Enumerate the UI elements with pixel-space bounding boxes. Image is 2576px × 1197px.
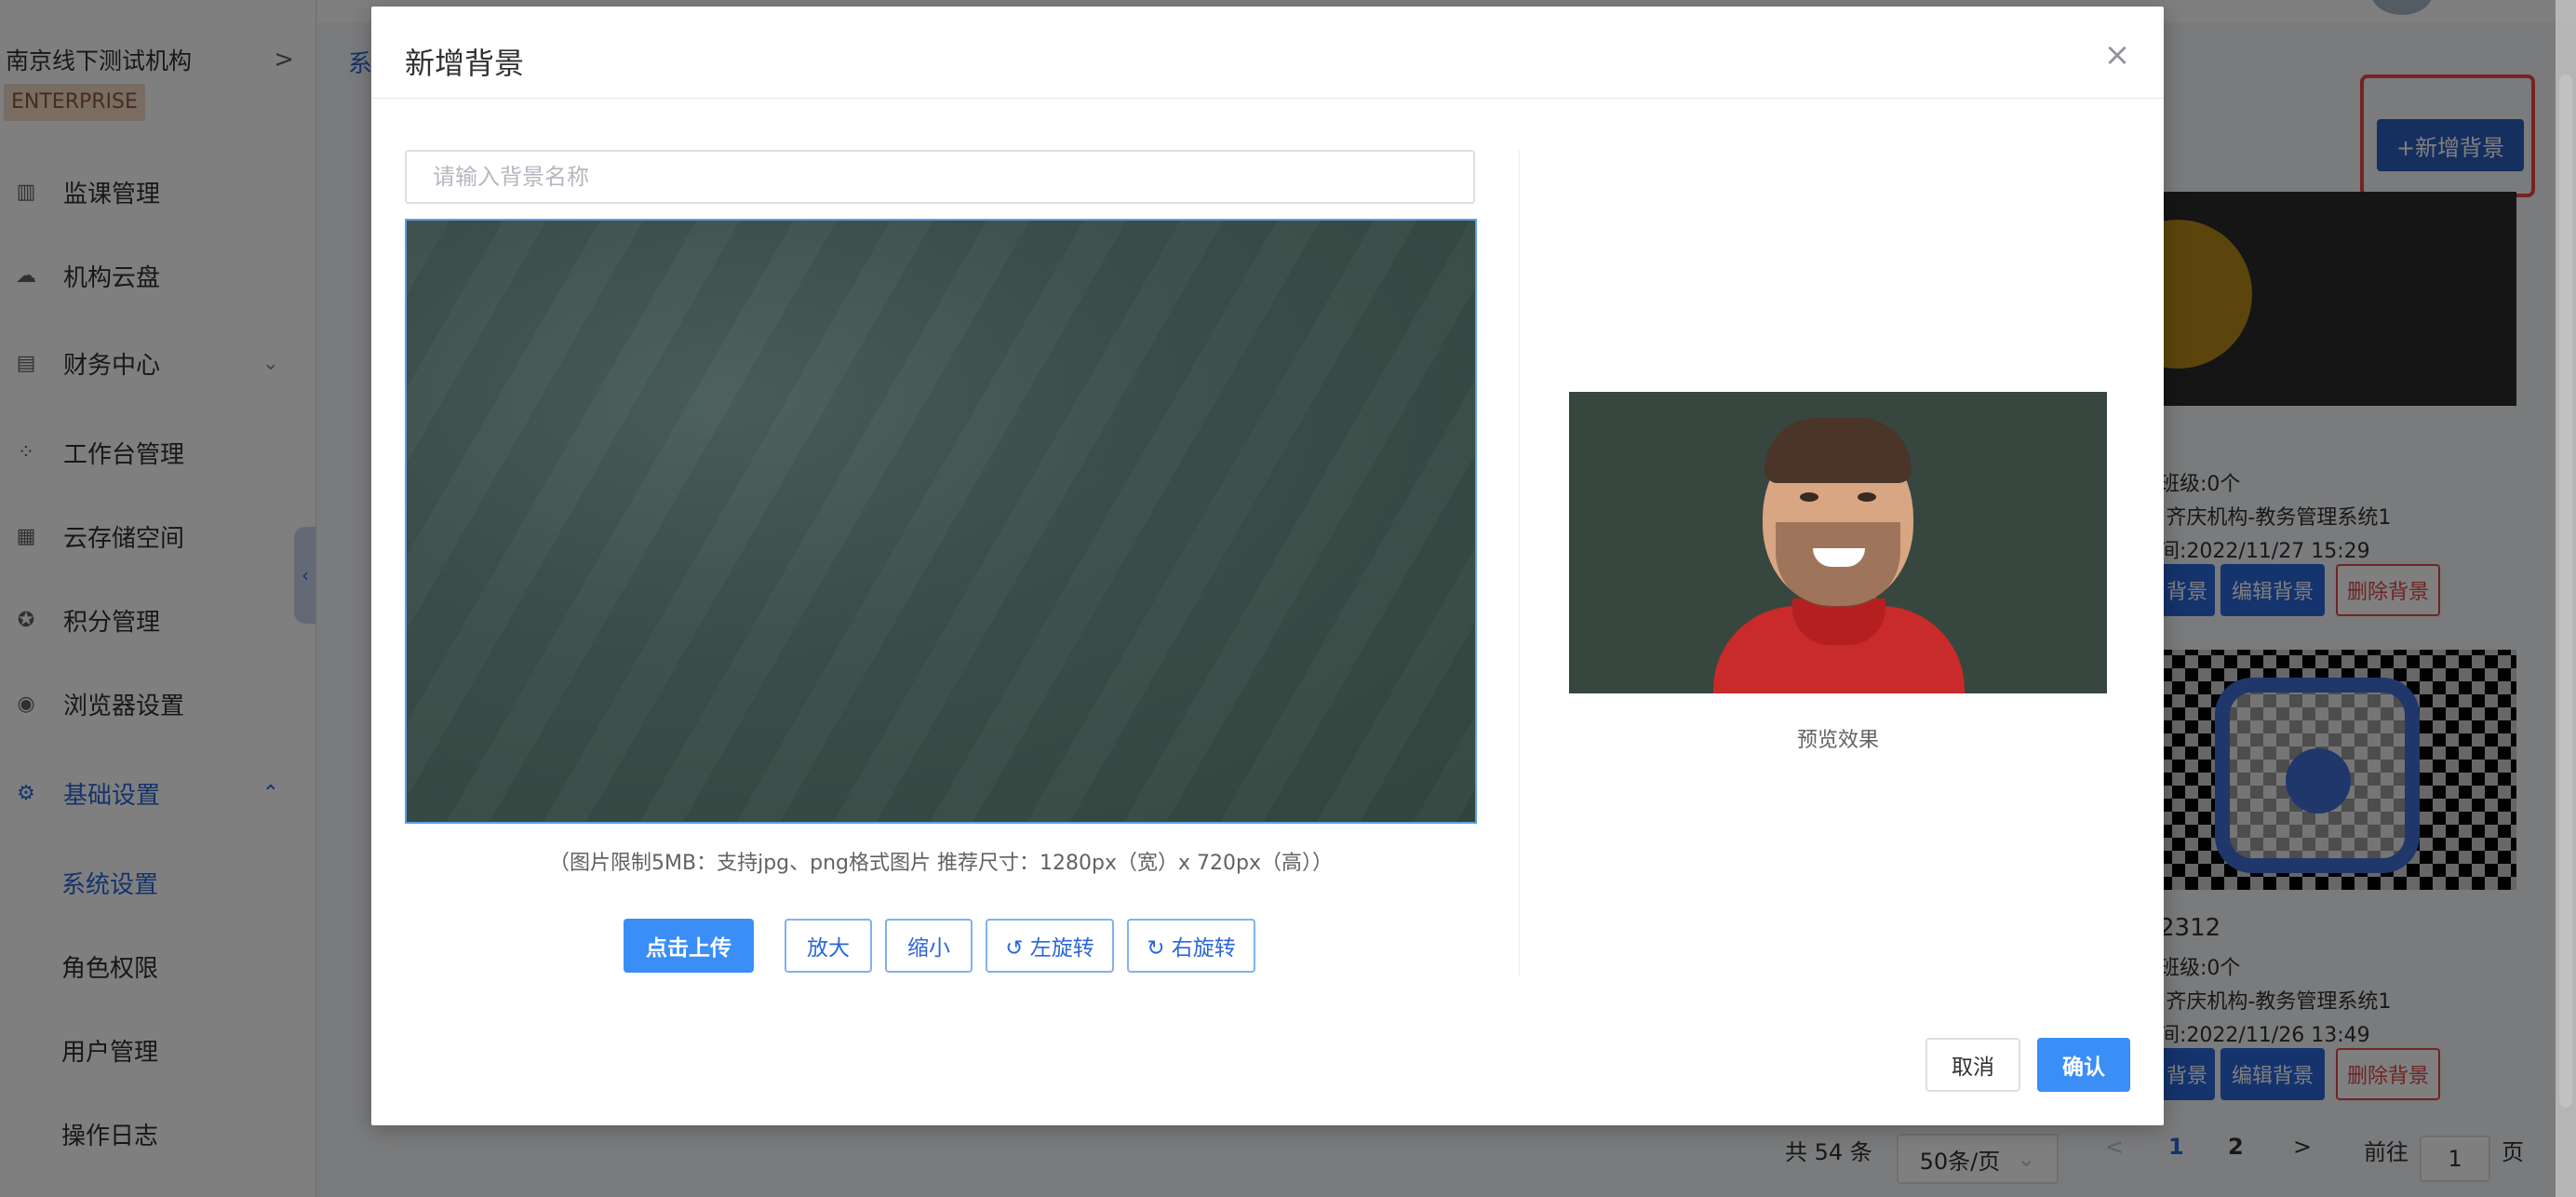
cancel-button[interactable]: 取消 [1925,1038,2020,1092]
zoom-in-button[interactable]: 放大 [785,919,872,973]
close-icon[interactable]: × [2100,36,2134,74]
dialog-title: 新增背景 [405,46,525,81]
background-name-input[interactable] [405,150,1475,204]
preview-label: 预览效果 [1796,729,1879,752]
add-background-dialog: 新增背景 × （图片限制5MB：支持jpg、png格式图片 推荐尺寸：1280p… [371,7,2164,1125]
confirm-button[interactable]: 确认 [2037,1038,2130,1092]
rotate-right-button[interactable]: ↻ 右旋转 [1127,919,1255,973]
image-cropper[interactable] [405,219,1477,824]
zoom-out-button[interactable]: 缩小 [885,919,973,973]
scrollbar-thumb[interactable] [2559,74,2572,1108]
rotate-left-button[interactable]: ↺ 左旋转 [986,919,1114,973]
upload-button[interactable]: 点击上传 [624,919,754,973]
vertical-divider [1519,150,1520,976]
upload-hint: （图片限制5MB：支持jpg、png格式图片 推荐尺寸：1280px（宽）x 7… [549,852,1333,875]
preview-image [1569,392,2107,693]
dialog-divider [371,98,2164,99]
